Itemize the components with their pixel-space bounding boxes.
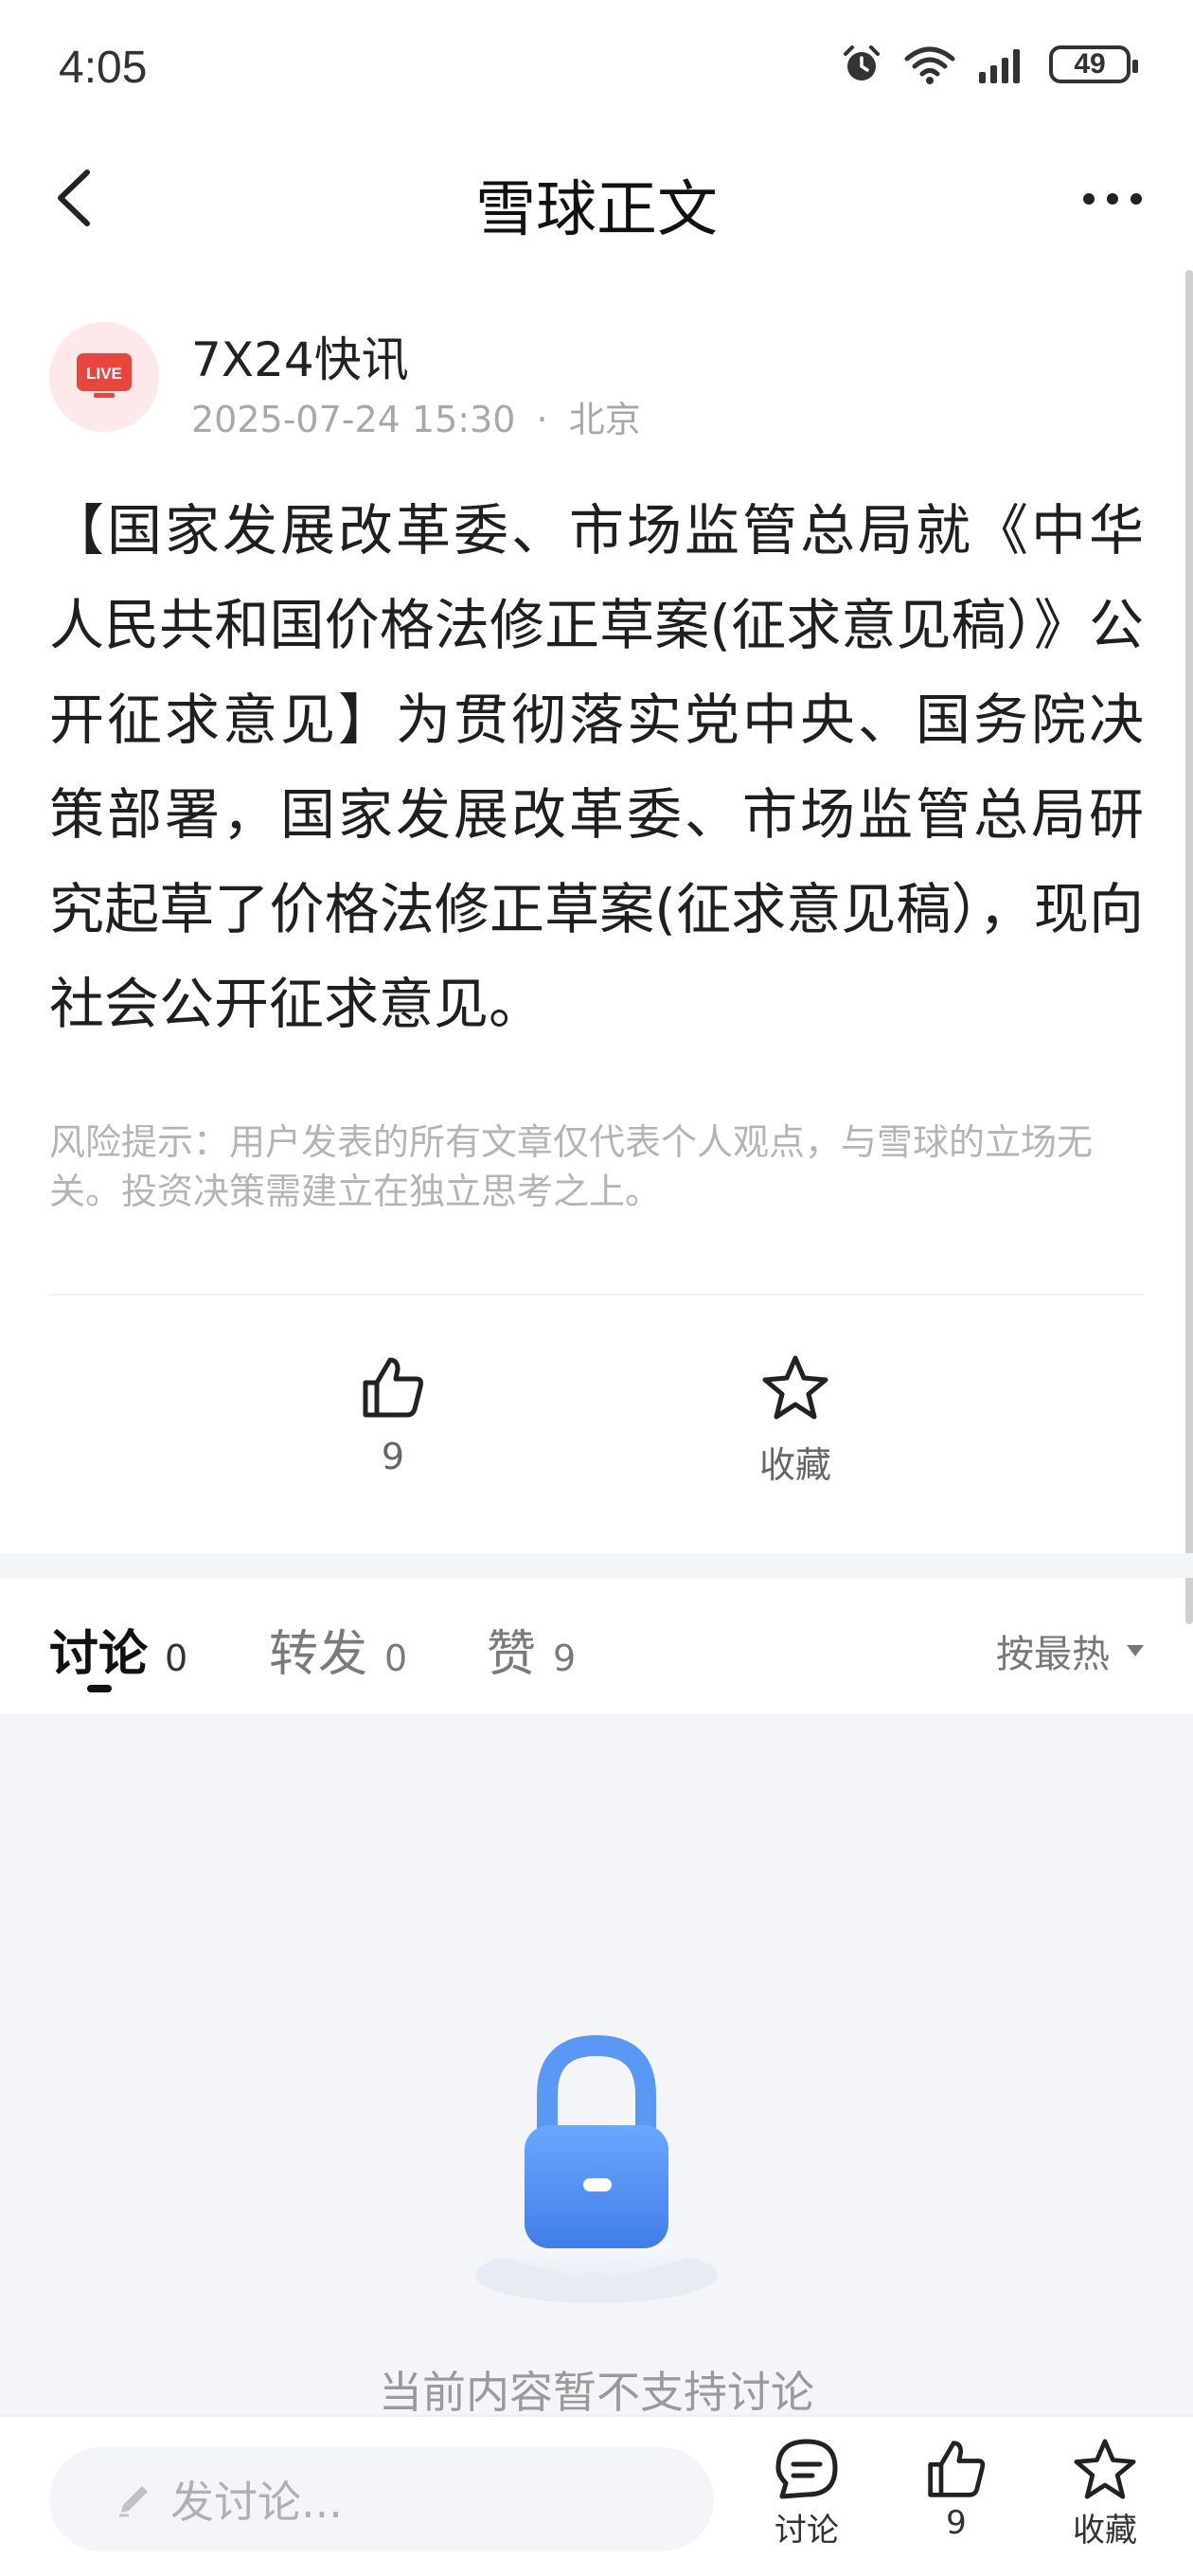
author-name[interactable]: 7X24快讯 <box>191 322 409 390</box>
tab-indicator <box>87 1685 112 1692</box>
wifi-icon <box>904 46 955 84</box>
thumbs-up-icon <box>928 2441 986 2497</box>
bottom-favorite-button[interactable]: 收藏 <box>1043 2438 1166 2550</box>
tab-label: 转发 <box>269 1626 368 1683</box>
meta-separator: · <box>536 399 548 440</box>
author-header[interactable]: LIVE 7X24快讯 2025-07-24 15:30 · 北京 <box>49 322 1138 440</box>
empty-state-text: 当前内容暂不支持讨论 <box>379 2367 814 2418</box>
status-bar: 4:05 49 <box>0 0 1193 133</box>
like-button[interactable]: 9 <box>298 1354 488 1477</box>
star-icon <box>762 1355 828 1420</box>
post-location: 北京 <box>568 399 641 440</box>
empty-state: 当前内容暂不支持讨论 <box>0 1714 1193 2418</box>
bottom-like-button[interactable]: 9 <box>895 2438 1018 2542</box>
bottom-bar: 发讨论... 讨论 9 收藏 <box>0 2415 1193 2576</box>
status-icons: 49 <box>841 44 1138 85</box>
divider <box>49 1294 1144 1296</box>
tab-count: 0 <box>165 1637 188 1679</box>
live-logo-icon: LIVE <box>77 353 132 398</box>
sort-dropdown[interactable]: 按最热 <box>996 1623 1146 1678</box>
article-body: 【国家发展改革委、市场监管总局就《中华人民共和国价格法修正草案(征求意见稿）》公… <box>49 498 1144 1036</box>
status-time: 4:05 <box>59 43 148 93</box>
tab-repost[interactable]: 转发 0 <box>269 1614 407 1685</box>
comment-icon <box>775 2439 838 2499</box>
battery-level: 49 <box>1074 48 1106 80</box>
tab-count: 9 <box>553 1637 577 1679</box>
like-count: 9 <box>381 1436 405 1477</box>
signal-icon <box>979 49 1020 83</box>
battery-icon: 49 <box>1049 45 1138 83</box>
author-meta: 2025-07-24 15:30 · 北京 <box>191 390 641 442</box>
comment-tabs: 讨论 0 转发 0 赞 9 按最热 <box>0 1578 1193 1714</box>
sort-label: 按最热 <box>996 1633 1110 1676</box>
discuss-button[interactable]: 讨论 <box>745 2438 868 2550</box>
avatar-text: LIVE <box>86 365 122 383</box>
caret-down-icon <box>1127 1645 1144 1656</box>
tab-label: 赞 <box>487 1626 537 1683</box>
favorite-label: 收藏 <box>758 1444 831 1486</box>
discuss-label: 讨论 <box>775 2512 839 2549</box>
tab-label: 讨论 <box>49 1626 149 1683</box>
tab-likes[interactable]: 赞 9 <box>487 1614 576 1685</box>
tab-count: 0 <box>384 1637 408 1679</box>
favorite-button[interactable]: 收藏 <box>701 1354 890 1488</box>
more-icon[interactable] <box>1079 170 1146 227</box>
bottom-like-count: 9 <box>946 2504 967 2542</box>
comment-placeholder: 发讨论... <box>170 2477 343 2528</box>
post-date: 2025-07-24 15:30 <box>191 399 516 440</box>
bottom-favorite-label: 收藏 <box>1073 2512 1137 2549</box>
avatar[interactable]: LIVE <box>49 322 159 432</box>
risk-note: 风险提示：用户发表的所有文章仅代表个人观点，与雪球的立场无关。投资决策需建立在独… <box>49 1121 1094 1212</box>
alarm-icon <box>844 45 880 80</box>
pencil-icon <box>119 2486 148 2517</box>
tab-discussion[interactable]: 讨论 0 <box>49 1614 187 1685</box>
section-gap <box>0 1553 1193 1578</box>
lock-icon <box>475 2034 718 2303</box>
comment-input[interactable]: 发讨论... <box>49 2447 714 2551</box>
scrollbar[interactable] <box>1185 270 1193 1624</box>
star-icon <box>1074 2439 1136 2499</box>
thumbs-up-icon <box>363 1357 423 1418</box>
page-title: 雪球正文 <box>475 175 718 245</box>
nav-bar: 雪球正文 <box>0 133 1193 265</box>
